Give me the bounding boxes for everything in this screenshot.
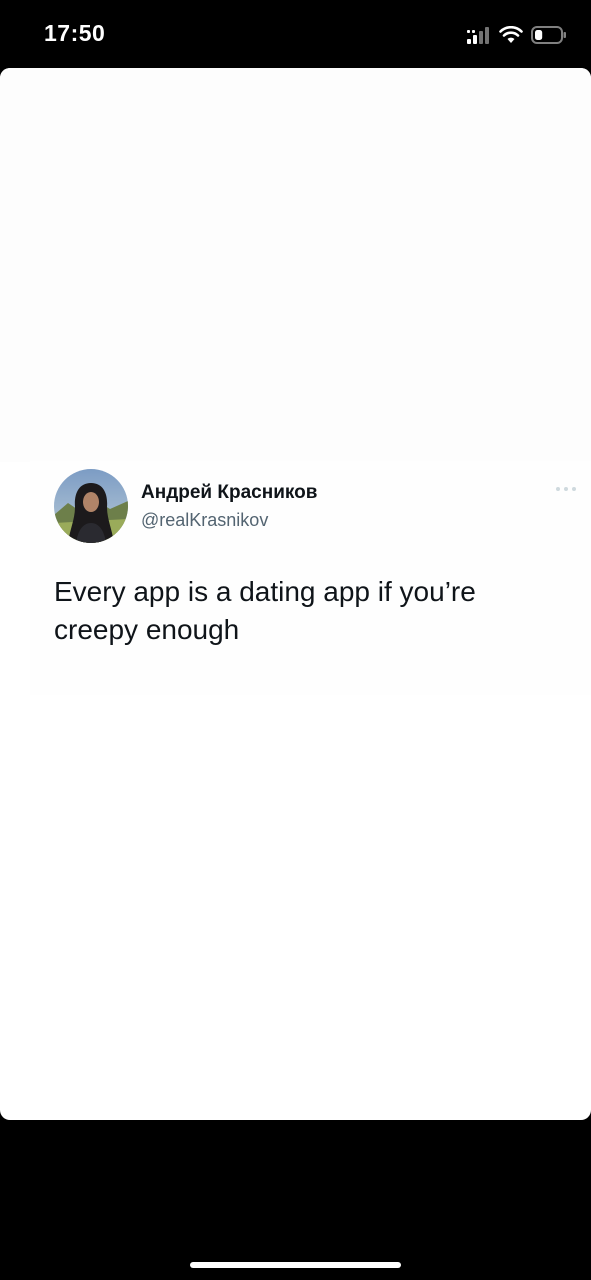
cellular-signal-icon [467, 26, 491, 44]
status-time: 17:50 [44, 20, 106, 46]
author-display-name[interactable]: Андрей Красников [141, 482, 317, 504]
battery-icon [531, 26, 567, 44]
home-indicator[interactable] [190, 1262, 401, 1268]
sheet-top-area [0, 68, 591, 462]
author-handle[interactable]: @realKrasnikov [141, 510, 268, 531]
status-bar: 17:50 [0, 0, 591, 68]
tweet-card[interactable]: Андрей Красников @realKrasnikov Every ap… [30, 461, 591, 695]
content-sheet: Андрей Красников @realKrasnikov Every ap… [0, 68, 591, 1120]
wifi-icon [499, 26, 523, 44]
avatar[interactable] [54, 469, 128, 543]
tweet-text: Every app is a dating app if you’re cree… [54, 576, 476, 645]
more-dots-icon[interactable] [554, 481, 578, 491]
phone-screen: 17:50 Андрей Красников @realKrasnikov Ev… [0, 0, 591, 1280]
status-icons [467, 24, 567, 46]
